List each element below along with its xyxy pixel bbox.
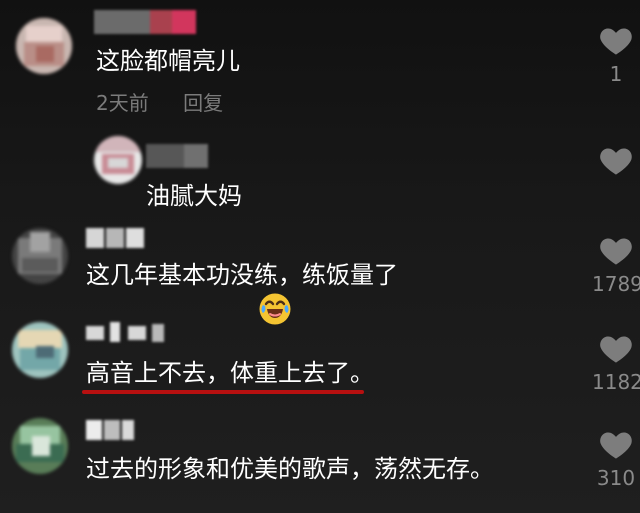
comment-text: 油腻大妈 (146, 182, 242, 210)
heart-icon (600, 238, 632, 265)
comment-2[interactable]: 油腻大妈 (0, 118, 640, 325)
like-count: 310 (596, 466, 636, 490)
like-button[interactable] (592, 144, 640, 182)
username[interactable] (86, 322, 174, 346)
heart-icon (600, 28, 632, 55)
like-button[interactable]: 1 (592, 24, 640, 86)
like-button[interactable]: 1182 (592, 332, 640, 394)
comment-5[interactable]: 过去的形象和优美的歌声，荡然无存。 310 (0, 408, 640, 513)
username[interactable] (86, 420, 138, 444)
like-count: 1182 (592, 370, 640, 394)
avatar[interactable] (12, 418, 68, 474)
comment-text: 这脸都帽亮儿 (96, 47, 240, 75)
comment-text: 过去的形象和优美的歌声，荡然无存。 (86, 455, 494, 483)
username[interactable] (86, 228, 158, 252)
like-button[interactable]: 1789 (592, 234, 640, 296)
avatar[interactable] (94, 136, 142, 184)
comment-time: 2天前 (96, 91, 149, 115)
heart-icon (600, 336, 632, 363)
comment-3[interactable]: 这几年基本功没练，练饭量了 1789 (0, 220, 640, 312)
comment-text: 这几年基本功没练，练饭量了 (86, 261, 398, 289)
avatar[interactable] (12, 228, 68, 284)
comment-meta: 2天前 回复 (96, 91, 223, 115)
comment-1[interactable]: 这脸都帽亮儿 2天前 回复 1 (0, 0, 640, 118)
username[interactable] (146, 144, 212, 168)
reply-button[interactable]: 回复 (183, 91, 223, 115)
heart-icon (600, 148, 632, 175)
username[interactable] (94, 10, 214, 34)
red-underline (82, 390, 364, 394)
like-count: 1789 (592, 272, 640, 296)
heart-icon (600, 432, 632, 459)
comment-text: 高音上不去，体重上去了。 (86, 359, 374, 387)
avatar[interactable] (16, 18, 72, 74)
comment-thread-screenshot: 这脸都帽亮儿 2天前 回复 1 油腻大妈 这几年基本功没练，练饭量了 1789 … (0, 0, 640, 513)
like-button[interactable]: 310 (592, 428, 640, 490)
avatar[interactable] (12, 322, 68, 378)
like-count: 1 (609, 62, 623, 86)
